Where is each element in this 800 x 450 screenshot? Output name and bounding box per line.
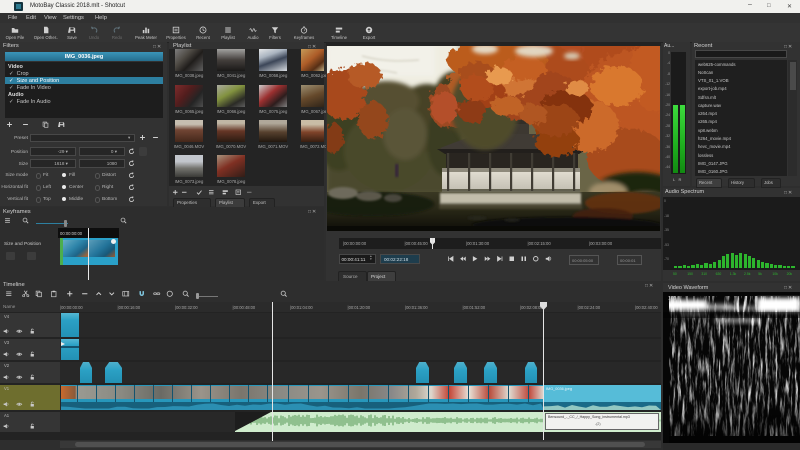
svg-text:100: 100 [668,296,677,302]
